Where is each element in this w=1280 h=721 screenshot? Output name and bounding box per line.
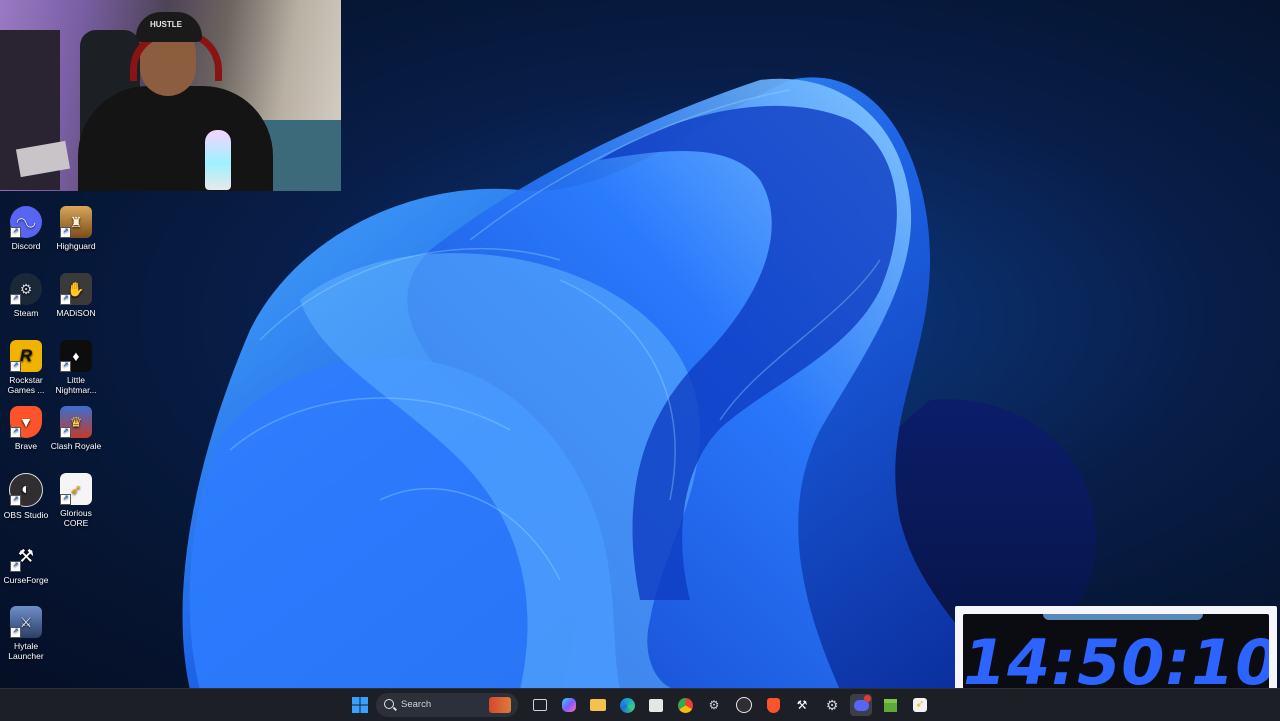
desktop-icon-curseforge[interactable]: ⚒ ↗ CurseForge xyxy=(0,540,52,585)
desktop-icon-steam[interactable]: ⚙ ↗ Steam xyxy=(0,273,52,318)
taskbar-search[interactable]: Search xyxy=(376,693,518,717)
edge-button[interactable] xyxy=(616,694,638,716)
microphone xyxy=(205,130,231,190)
madison-icon: ✋ ↗ xyxy=(60,273,92,305)
brave-taskbar-button[interactable] xyxy=(762,694,784,716)
desktop-icon-label: Glorious CORE xyxy=(60,508,92,528)
start-button[interactable] xyxy=(349,694,371,716)
desktop-icon-label: MADiSON xyxy=(56,308,96,318)
obs-icon xyxy=(736,697,752,713)
highguard-icon: ♜ ↗ xyxy=(60,206,92,238)
obs-taskbar-button[interactable] xyxy=(733,694,755,716)
desktop-icon-label: Clash Royale xyxy=(50,441,102,451)
little-nightmares-icon: ♦ ↗ xyxy=(60,340,92,372)
desktop-icon-label: Hytale Launcher xyxy=(8,641,44,661)
desktop-icon-label: Highguard xyxy=(56,241,96,251)
desktop-icon-label: Rockstar Games ... xyxy=(7,375,45,395)
desktop-icon-label: Brave xyxy=(14,441,38,451)
desktop-icon-label: Discord xyxy=(11,241,41,251)
steam-icon: ⚙ ↗ xyxy=(10,273,42,305)
desktop-icon-glorious[interactable]: ➶ ↗ Glorious CORE xyxy=(50,473,102,528)
streamer-body xyxy=(78,86,273,191)
file-explorer-button[interactable] xyxy=(587,694,609,716)
notification-badge xyxy=(864,695,871,702)
desktop-icon-brave[interactable]: ▼ ↗ Brave xyxy=(0,406,52,451)
steam-icon: ⚙ xyxy=(708,698,720,712)
hytale-icon: ⚔ ↗ xyxy=(10,606,42,638)
desktop-icon-rockstar[interactable]: R ↗ Rockstar Games ... xyxy=(0,340,52,395)
discord-icon: ◠◡ ↗ xyxy=(10,206,42,238)
desktop-icon-label: Little Nightmar... xyxy=(55,375,97,395)
store-icon xyxy=(649,698,663,712)
edge-icon xyxy=(619,697,635,713)
desktop-icon-clash-royale[interactable]: ♛ ↗ Clash Royale xyxy=(50,406,102,451)
curseforge-icon: ⚒ xyxy=(796,698,808,712)
rockstar-icon: R ↗ xyxy=(10,340,42,372)
search-highlight-icon xyxy=(489,697,511,713)
steam-taskbar-button[interactable]: ⚙ xyxy=(703,694,725,716)
windows-icon xyxy=(352,697,368,713)
glorious-icon: ➶ ↗ xyxy=(60,473,92,505)
task-view-icon xyxy=(533,699,547,711)
desktop-icon-discord[interactable]: ◠◡ ↗ Discord xyxy=(0,206,52,251)
desktop-icon-label: OBS Studio xyxy=(3,510,49,520)
glorious-icon: ➶ xyxy=(913,698,927,712)
desktop-icon-hytale[interactable]: ⚔ ↗ Hytale Launcher xyxy=(0,606,52,661)
search-placeholder: Search xyxy=(401,699,432,710)
gear-icon: ⚙ xyxy=(825,696,839,713)
clash-royale-icon: ♛ ↗ xyxy=(60,406,92,438)
desktop-icon-label: Steam xyxy=(13,308,39,318)
cap-logo-text: HUSTLE xyxy=(150,20,182,29)
copilot-icon xyxy=(562,698,576,712)
curseforge-icon: ⚒ ↗ xyxy=(10,540,42,572)
clock-accent-top xyxy=(1043,614,1203,620)
brave-icon xyxy=(766,697,780,713)
taskbar: Search ⚙ ⚒ ⚙ ➶ xyxy=(0,688,1280,721)
minecraft-icon xyxy=(883,698,897,712)
chrome-icon xyxy=(677,697,693,713)
obs-icon: ◐ ↗ xyxy=(9,473,43,507)
settings-taskbar-button[interactable]: ⚙ xyxy=(821,694,843,716)
discord-taskbar-button[interactable] xyxy=(850,694,872,716)
desktop-icon-highguard[interactable]: ♜ ↗ Highguard xyxy=(50,206,102,251)
minecraft-taskbar-button[interactable] xyxy=(879,694,901,716)
desktop-icon-madison[interactable]: ✋ ↗ MADiSON xyxy=(50,273,102,318)
brave-icon: ▼ ↗ xyxy=(10,406,42,438)
desktop-icon-little-nightmares[interactable]: ♦ ↗ Little Nightmar... xyxy=(50,340,102,395)
glorious-taskbar-button[interactable]: ➶ xyxy=(909,694,931,716)
chrome-button[interactable] xyxy=(674,694,696,716)
store-button[interactable] xyxy=(645,694,667,716)
search-icon xyxy=(384,699,394,709)
desktop-icon-obs[interactable]: ◐ ↗ OBS Studio xyxy=(0,473,52,520)
webcam-overlay: HUSTLE xyxy=(0,0,341,191)
curseforge-taskbar-button[interactable]: ⚒ xyxy=(791,694,813,716)
task-view-button[interactable] xyxy=(529,694,551,716)
copilot-button[interactable] xyxy=(558,694,580,716)
folder-icon xyxy=(590,699,606,711)
desktop-icon-label: CurseForge xyxy=(3,575,49,585)
